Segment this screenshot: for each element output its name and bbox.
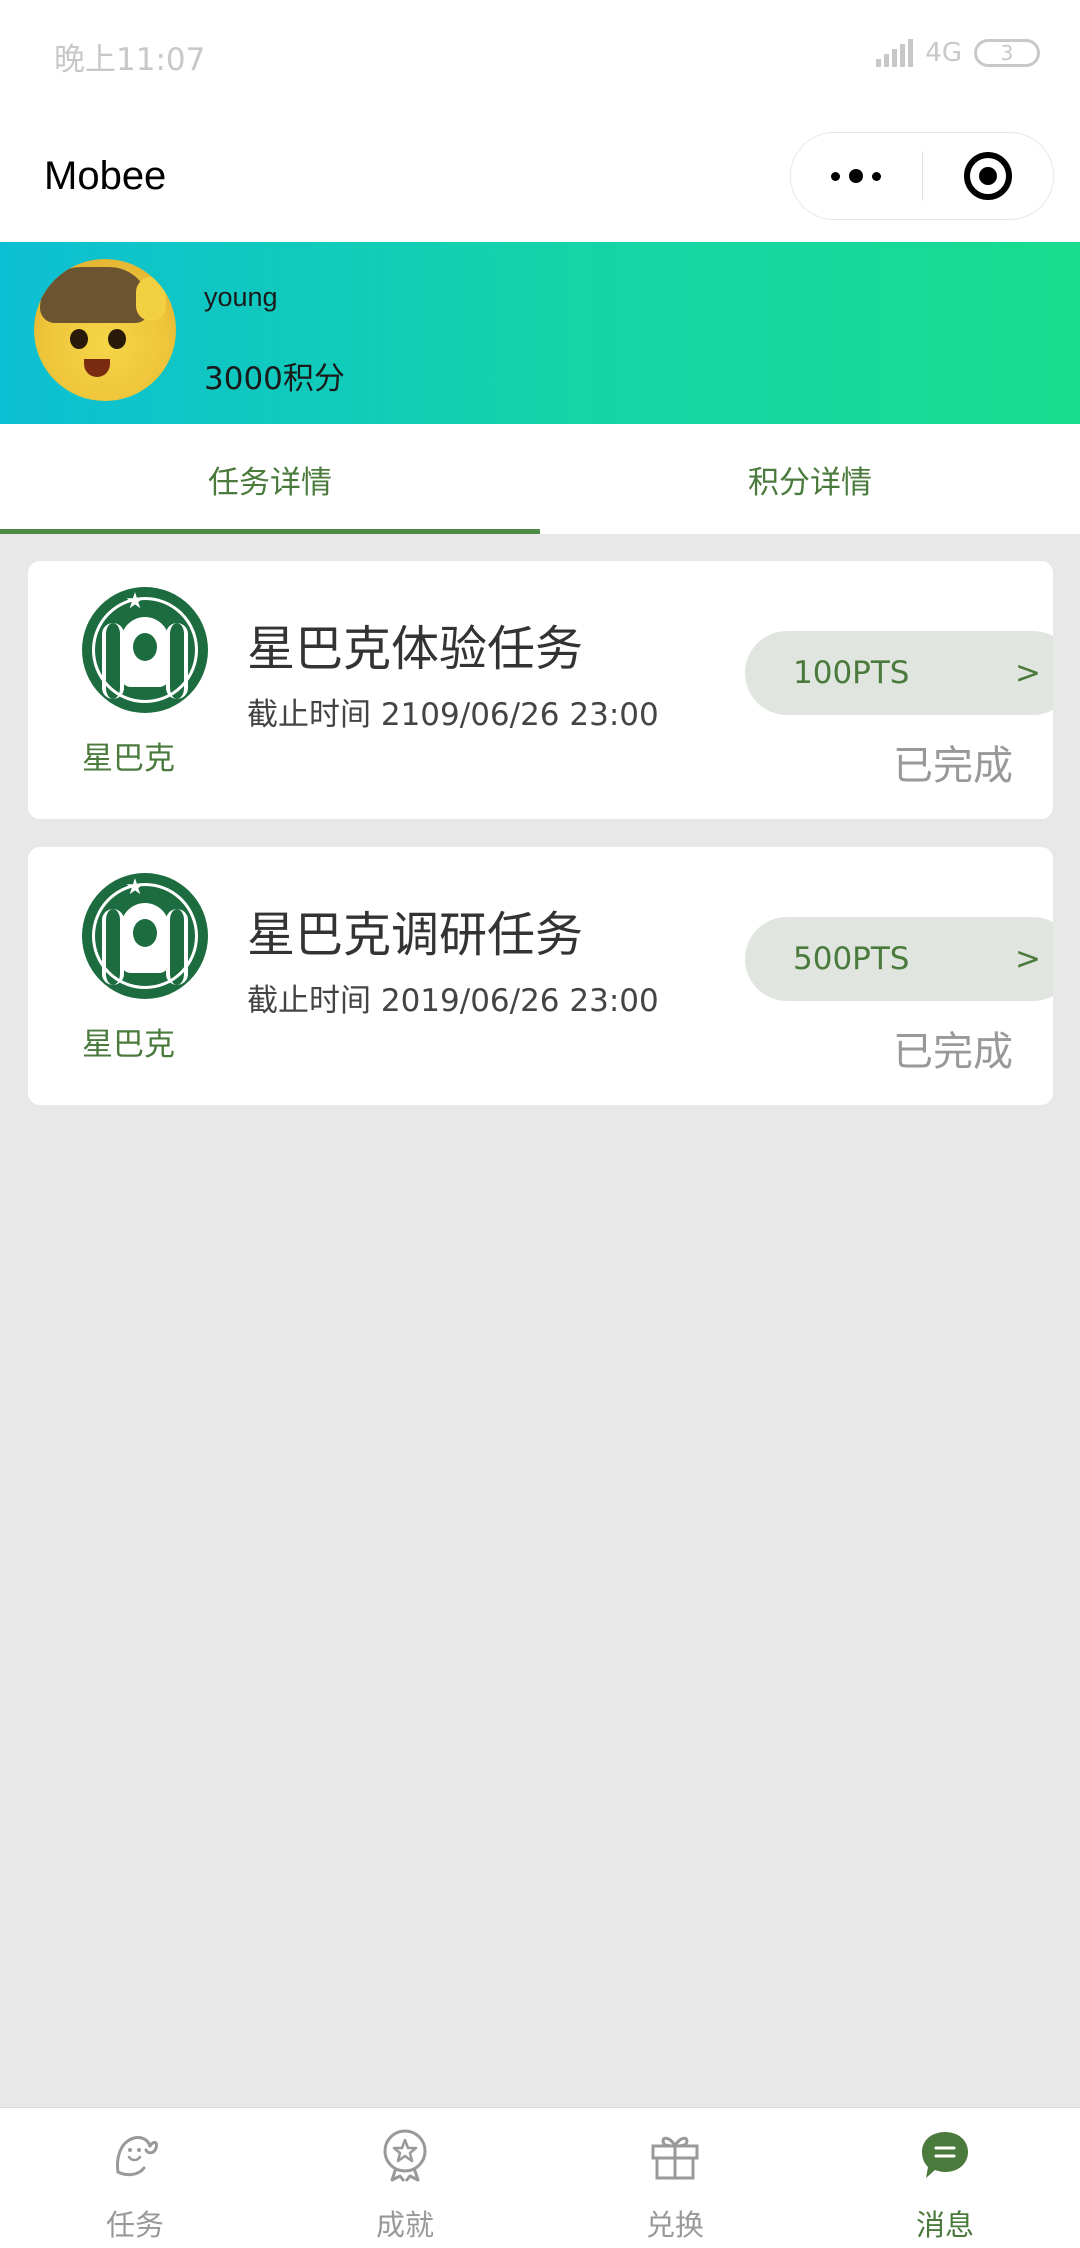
task-card[interactable]: ★ 星巴克 星巴克调研任务 截止时间 2019/06/26 23:00 500P… <box>28 847 1053 1105</box>
avatar-eye <box>108 329 126 349</box>
brand-name: 星巴克 <box>82 741 175 777</box>
avatar-eye <box>70 329 88 349</box>
bottom-tab-exchange[interactable]: 兑换 <box>540 2108 810 2248</box>
task-title: 星巴克调研任务 <box>247 907 584 963</box>
points-button[interactable]: 100PTS > <box>745 631 1053 715</box>
chevron-right-icon: > <box>1015 941 1041 977</box>
gift-icon <box>651 2136 699 2180</box>
bottom-tab-label: 任务 <box>105 2208 164 2242</box>
avatar-paw <box>136 277 166 321</box>
chevron-right-icon: > <box>1015 655 1041 691</box>
brand-name: 星巴克 <box>82 1027 175 1063</box>
mini-program-capsule <box>790 132 1054 220</box>
close-button[interactable] <box>923 133 1054 219</box>
nav-bar: Mobee <box>0 110 1080 242</box>
logo-face <box>121 617 169 687</box>
starbucks-logo-icon: ★ <box>82 587 208 713</box>
logo-star: ★ <box>125 589 145 614</box>
avatar-hat <box>40 267 150 323</box>
bottom-tab-label: 成就 <box>375 2208 434 2242</box>
logo-hair <box>166 623 188 699</box>
medal-icon <box>383 2129 427 2182</box>
task-deadline: 截止时间 2019/06/26 23:00 <box>247 983 659 1019</box>
task-status: 已完成 <box>893 743 1013 789</box>
tab-points-details[interactable]: 积分详情 <box>540 424 1080 534</box>
username: young <box>204 282 278 312</box>
avatar[interactable] <box>34 259 176 401</box>
app-title: Mobee <box>44 154 167 198</box>
task-card[interactable]: ★ 星巴克 星巴克体验任务 截止时间 2109/06/26 23:00 100P… <box>28 561 1053 819</box>
more-icon-dot <box>849 169 864 183</box>
bottom-tab-bar: 任务 成就 兑换 消息 <box>0 2107 1080 2248</box>
more-icon <box>831 171 841 181</box>
battery-icon: 3 <box>974 39 1040 67</box>
message-icon <box>922 2132 968 2178</box>
points-total: 3000积分 <box>204 361 345 397</box>
points-value: 500PTS <box>793 941 910 977</box>
bottom-tab-messages[interactable]: 消息 <box>810 2108 1080 2248</box>
task-status: 已完成 <box>893 1029 1013 1075</box>
more-button[interactable] <box>791 133 922 219</box>
profile-banner: young 3000积分 <box>0 242 1080 424</box>
status-indicators: 4G 3 <box>876 38 1040 68</box>
bottom-tab-tasks[interactable]: 任务 <box>0 2108 270 2248</box>
logo-hair <box>166 909 188 985</box>
more-icon-dot <box>872 171 882 181</box>
avatar-mouth <box>84 359 110 377</box>
task-deadline: 截止时间 2109/06/26 23:00 <box>247 697 659 733</box>
starbucks-logo-icon: ★ <box>82 873 208 999</box>
bottom-tab-label: 消息 <box>915 2208 974 2242</box>
close-target-icon <box>963 152 1012 200</box>
tab-bar: 任务详情 积分详情 <box>0 424 1080 534</box>
points-value: 100PTS <box>793 655 910 691</box>
points-button[interactable]: 500PTS > <box>745 917 1053 1001</box>
signal-icon <box>876 39 914 67</box>
tab-task-details[interactable]: 任务详情 <box>0 424 540 534</box>
battery-level: 3 <box>1000 41 1014 65</box>
status-time: 晚上11:07 <box>54 42 206 78</box>
logo-star: ★ <box>125 875 145 900</box>
task-title: 星巴克体验任务 <box>247 621 584 677</box>
network-type: 4G <box>925 38 962 68</box>
status-bar: 晚上11:07 4G 3 <box>0 0 1080 110</box>
bottom-tab-label: 兑换 <box>645 2208 704 2242</box>
logo-face <box>121 903 169 973</box>
mascot-icon <box>116 2136 158 2177</box>
bottom-tab-achievements[interactable]: 成就 <box>270 2108 540 2248</box>
